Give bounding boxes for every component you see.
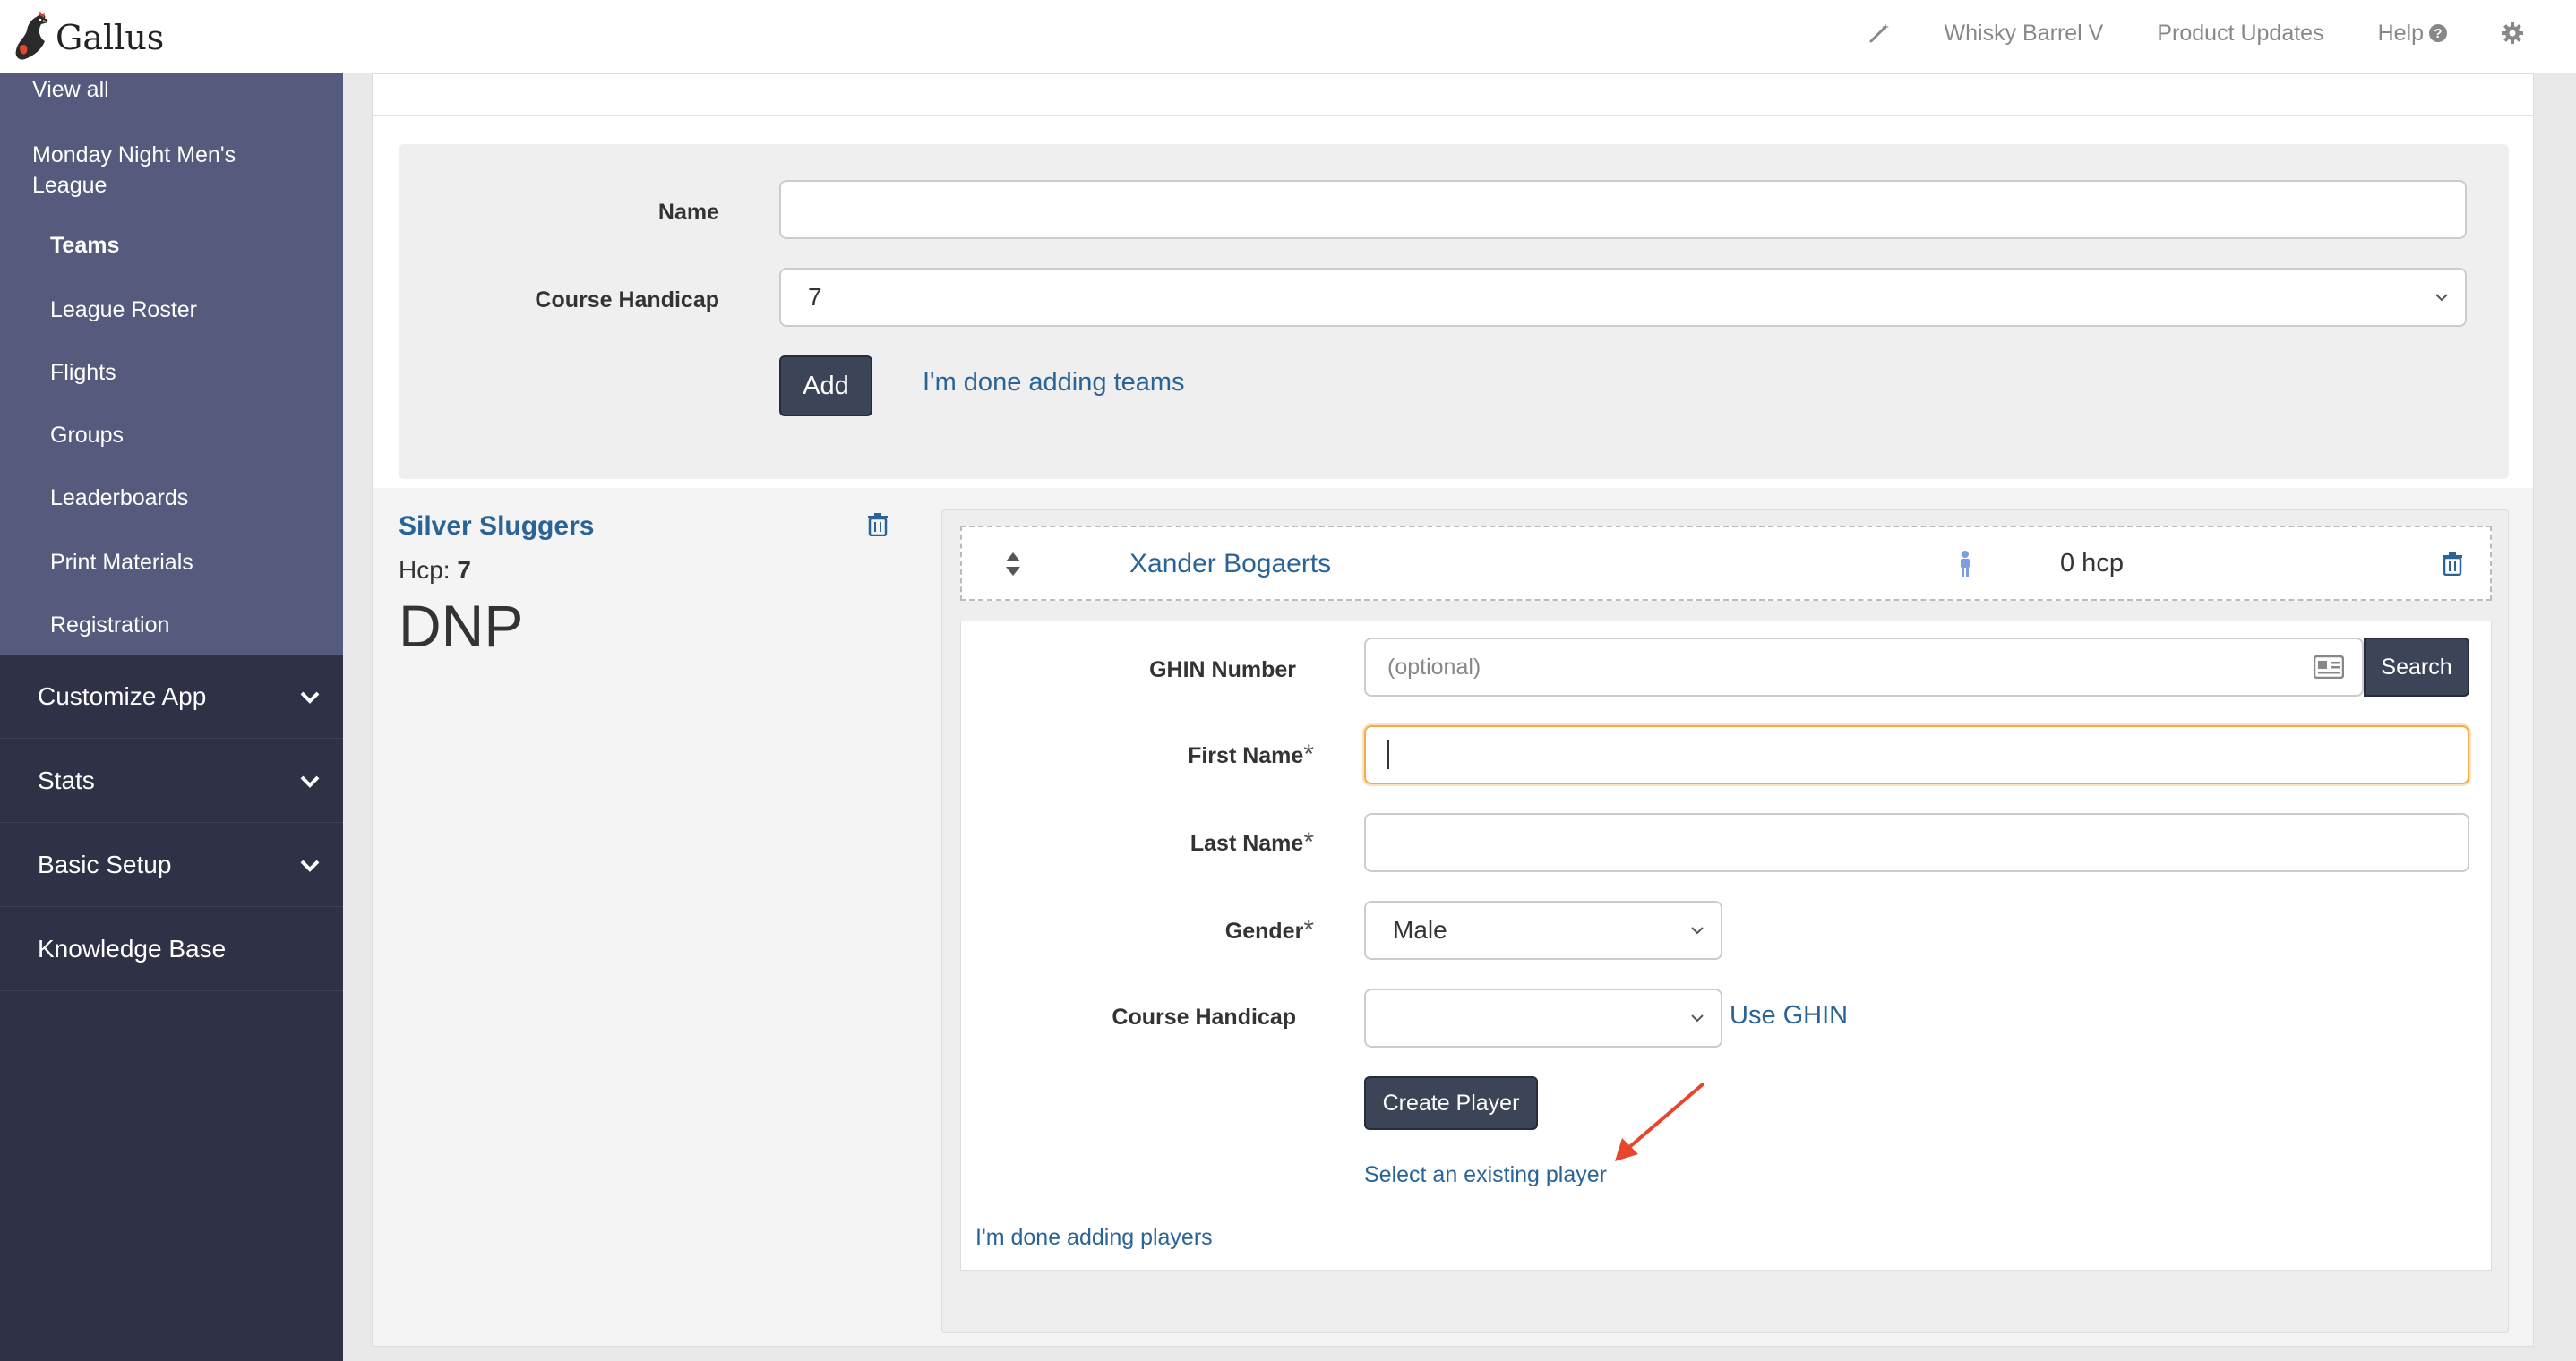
main-content: Name Course Handicap 7 Add I'm done addi… (343, 73, 2576, 1361)
top-bar: Gallus Whisky Barrel V Product Updates H… (0, 0, 2576, 73)
chevron-down-icon (300, 860, 320, 872)
stats-label: Stats (38, 766, 95, 794)
league-submenu: View all Monday Night Men's League Teams… (0, 73, 343, 655)
team-hcp: Hcp: 7 (399, 556, 471, 585)
sidebar-section-customize-app-row[interactable]: Customize App (0, 655, 343, 739)
last-name-label: Last Name* (961, 827, 1314, 858)
ghin-search-button[interactable]: Search (2364, 638, 2469, 697)
first-name-input[interactable] (1364, 725, 2469, 784)
event-switcher[interactable]: Whisky Barrel V (1945, 21, 2104, 47)
question-circle-icon: ? (2429, 24, 2447, 42)
help-link[interactable]: Help ? (2378, 21, 2447, 47)
rooster-logo-icon (15, 11, 48, 60)
knowledge-base-label: Knowledge Base (38, 935, 227, 963)
select-existing-player-link[interactable]: Select an existing player (1364, 1162, 1607, 1188)
sidebar-item-league-roster[interactable]: League Roster (50, 297, 197, 323)
player-row[interactable]: Xander Bogaerts 0 hcp (960, 526, 2492, 601)
annotation-arrow-icon (1615, 1083, 1704, 1161)
add-team-form: Name Course Handicap 7 Add I'm done addi… (399, 144, 2509, 479)
first-name-label-text: First Name (1188, 743, 1304, 768)
sidebar-view-all[interactable]: View all (32, 77, 109, 103)
team-handicap-select[interactable]: 7 (779, 268, 2467, 327)
sidebar-item-teams[interactable]: Teams (50, 233, 119, 259)
team-handicap-label: Course Handicap (535, 287, 719, 312)
required-marker: * (1303, 915, 1314, 945)
chevron-down-icon (300, 775, 320, 788)
chevron-down-icon (1691, 1014, 1704, 1023)
player-handicap-label: Course Handicap (1112, 1005, 1296, 1030)
team-hcp-label: Hcp: (399, 556, 451, 584)
ghin-placeholder: (optional) (1387, 654, 1481, 680)
last-name-input[interactable] (1364, 813, 2469, 872)
chevron-down-icon (300, 691, 320, 704)
sidebar-section-basic-setup[interactable]: Basic Setup (0, 824, 343, 907)
sort-handle-icon[interactable] (1004, 551, 1022, 578)
required-marker: * (1303, 740, 1314, 769)
sidebar-item-leaderboards[interactable]: Leaderboards (50, 485, 188, 511)
sidebar-section-knowledge-base[interactable]: Knowledge Base (0, 908, 343, 991)
sidebar-item-registration[interactable]: Registration (50, 612, 169, 638)
sidebar-section-stats[interactable]: Stats (0, 740, 343, 823)
player-handicap-select[interactable] (1364, 989, 1722, 1048)
sidebar-league-title[interactable]: Monday Night Men's League (32, 140, 301, 201)
done-adding-players-link[interactable]: I'm done adding players (975, 1225, 1213, 1251)
team-hcp-value: 7 (457, 556, 471, 584)
id-card-icon[interactable] (2314, 655, 2344, 679)
player-hcp: 0 hcp (2060, 549, 2124, 578)
text-cursor (1387, 740, 1389, 769)
new-player-form: GHIN Number (optional) Search First Name… (960, 621, 2492, 1271)
team-handicap-value: 7 (808, 283, 822, 311)
sidebar-item-flights[interactable]: Flights (50, 360, 116, 386)
customize-app-label: Customize App (38, 682, 207, 710)
team-name-label: Name (657, 200, 719, 225)
gender-label: Gender* (961, 915, 1314, 946)
create-player-button[interactable]: Create Player (1364, 1076, 1538, 1130)
sidebar-item-print-materials[interactable]: Print Materials (50, 550, 193, 576)
player-name-link[interactable]: Xander Bogaerts (1129, 549, 1331, 579)
trash-icon[interactable] (867, 513, 889, 536)
basic-setup-label: Basic Setup (38, 851, 172, 878)
brand-name: Gallus (56, 18, 165, 57)
chevron-down-icon (2435, 294, 2448, 302)
teams-card: Name Course Handicap 7 Add I'm done addi… (372, 73, 2534, 1347)
gender-label-text: Gender (1224, 919, 1304, 944)
done-adding-teams-link[interactable]: I'm done adding teams (923, 368, 1185, 398)
magic-wand-icon[interactable] (1868, 21, 1891, 45)
team-status: DNP (399, 593, 524, 659)
product-updates-link[interactable]: Product Updates (2157, 21, 2323, 47)
gear-icon[interactable] (2501, 21, 2524, 45)
first-name-label: First Name* (961, 740, 1314, 770)
chevron-down-icon (1691, 927, 1704, 935)
gender-select[interactable]: Male (1364, 901, 1722, 960)
required-marker: * (1303, 827, 1314, 857)
top-nav: Whisky Barrel V Product Updates Help ? (1868, 0, 2576, 66)
trash-icon[interactable] (2442, 552, 2463, 576)
ghin-input[interactable]: (optional) (1364, 638, 2364, 697)
last-name-label-text: Last Name (1189, 831, 1304, 856)
add-team-button[interactable]: Add (779, 355, 872, 416)
brand-logo[interactable]: Gallus (11, 11, 164, 64)
help-label: Help (2377, 20, 2424, 46)
person-icon[interactable] (1958, 551, 1972, 578)
team-name-input[interactable] (779, 180, 2467, 239)
team-name-link[interactable]: Silver Sluggers (399, 511, 594, 542)
sidebar-item-groups[interactable]: Groups (50, 423, 124, 449)
card-header (373, 74, 2533, 116)
use-ghin-link[interactable]: Use GHIN (1730, 1001, 1848, 1031)
gender-value: Male (1393, 916, 1447, 944)
ghin-label: GHIN Number (1149, 657, 1296, 682)
